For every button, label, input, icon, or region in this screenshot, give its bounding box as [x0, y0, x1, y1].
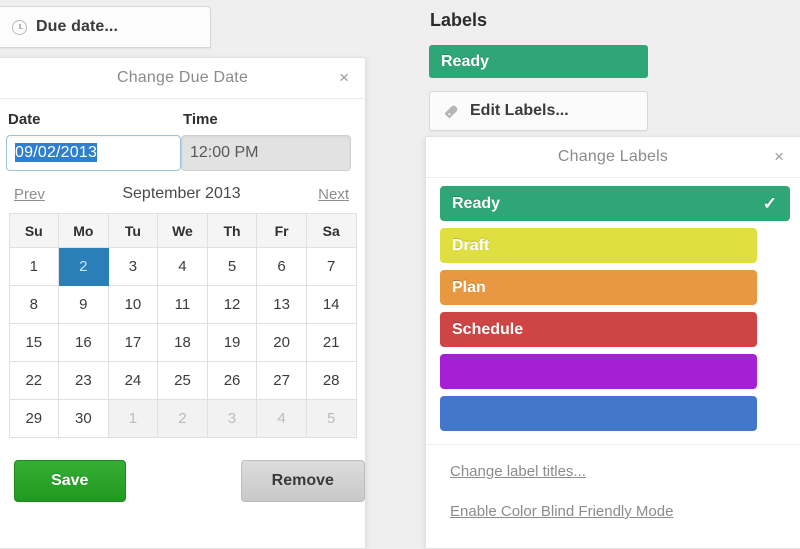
remove-button[interactable]: Remove: [240, 460, 365, 502]
label-option-text: Ready: [452, 194, 501, 212]
calendar-weekday: Th: [206, 213, 258, 248]
calendar-week-row: 8 9 10 11 12 13 14: [8, 285, 357, 324]
label-links: Change label titles... Enable Color Blin…: [426, 444, 800, 520]
calendar-day[interactable]: 24: [107, 361, 159, 400]
calendar-weekday: Sa: [305, 213, 357, 248]
due-date-button-label: Due date...: [36, 18, 119, 35]
close-icon[interactable]: ×: [774, 148, 784, 165]
label-option-text: Schedule: [452, 320, 524, 338]
calendar-weekday: Fr: [256, 213, 307, 248]
calendar-day[interactable]: 15: [8, 323, 60, 362]
calendar-day[interactable]: 12: [206, 285, 258, 324]
label-chip-ready[interactable]: Ready: [429, 45, 648, 78]
check-icon: ✓: [762, 193, 777, 213]
calendar-grid: Su Mo Tu We Th Fr Sa 1 2 3 4 5 6 7 8 9 10 11 12 13 14 15 16 17…: [8, 213, 357, 438]
calendar-day[interactable]: 19: [206, 323, 258, 362]
labels-heading: Labels: [430, 10, 488, 30]
calendar-day[interactable]: 3: [107, 247, 159, 286]
calendar-day[interactable]: 10: [107, 285, 159, 324]
label-list: Ready ✓ Draft Plan Schedule: [426, 178, 800, 431]
calendar-day[interactable]: 6: [256, 247, 307, 286]
calendar-day[interactable]: 16: [58, 323, 109, 362]
calendar-day[interactable]: 7: [305, 247, 357, 286]
save-button[interactable]: Save: [14, 460, 126, 502]
color-blind-mode-link[interactable]: Enable Color Blind Friendly Mode: [450, 503, 800, 520]
calendar-day[interactable]: 2: [157, 399, 208, 438]
edit-labels-button[interactable]: Edit Labels...: [429, 91, 648, 131]
date-input-value: 09/02/2013: [15, 143, 98, 162]
time-field-group: Time 12:00 PM: [181, 111, 351, 171]
calendar-day[interactable]: 20: [256, 323, 307, 362]
calendar-day[interactable]: 13: [256, 285, 307, 324]
calendar-prev-link[interactable]: Prev: [14, 186, 45, 203]
calendar-week-row: 29 30 1 2 3 4 5: [8, 399, 357, 438]
calendar-day[interactable]: 14: [305, 285, 357, 324]
calendar-day[interactable]: 9: [58, 285, 109, 324]
change-due-date-header: Change Due Date ×: [0, 58, 365, 99]
close-icon[interactable]: ×: [339, 69, 349, 86]
edit-labels-button-label: Edit Labels...: [470, 102, 569, 119]
calendar-day[interactable]: 28: [305, 361, 357, 400]
calendar-day[interactable]: 17: [107, 323, 159, 362]
calendar-week-row: 15 16 17 18 19 20 21: [8, 323, 357, 362]
calendar-day[interactable]: 22: [8, 361, 60, 400]
change-due-date-popover: Change Due Date × Date 09/02/2013 Time 1…: [0, 57, 366, 549]
calendar-weekday-row: Su Mo Tu We Th Fr Sa: [8, 213, 357, 248]
label-option[interactable]: Ready ✓: [440, 186, 790, 221]
calendar-day[interactable]: 25: [157, 361, 208, 400]
calendar-next-link[interactable]: Next: [318, 186, 349, 203]
clock-icon: [12, 19, 27, 35]
calendar-day[interactable]: 1: [8, 247, 60, 286]
calendar-day[interactable]: 4: [157, 247, 208, 286]
time-field-label: Time: [183, 111, 218, 128]
calendar-day[interactable]: 26: [206, 361, 258, 400]
due-date-actions: Save Remove: [0, 438, 365, 502]
screen-root: Due date... Change Due Date × Date 09/02…: [0, 0, 800, 549]
change-label-titles-link[interactable]: Change label titles...: [450, 463, 800, 480]
calendar-day[interactable]: 4: [256, 399, 307, 438]
label-option[interactable]: Plan: [440, 270, 757, 305]
label-option[interactable]: [440, 354, 757, 389]
time-input[interactable]: 12:00 PM: [181, 135, 351, 171]
calendar-day[interactable]: 5: [305, 399, 357, 438]
calendar-day[interactable]: 11: [157, 285, 208, 324]
calendar-day[interactable]: 30: [58, 399, 109, 438]
label-option[interactable]: Draft: [440, 228, 757, 263]
calendar-day[interactable]: 27: [256, 361, 307, 400]
calendar-day[interactable]: 5: [206, 247, 258, 286]
calendar-day[interactable]: 18: [157, 323, 208, 362]
calendar-weekday: Tu: [107, 213, 159, 248]
calendar-weekday: Su: [8, 213, 60, 248]
calendar-day[interactable]: 21: [305, 323, 357, 362]
label-chip-ready-text: Ready: [441, 52, 490, 70]
calendar-week-row: 22 23 24 25 26 27 28: [8, 361, 357, 400]
calendar-weekday: Mo: [58, 213, 109, 248]
calendar-day[interactable]: 29: [8, 399, 60, 438]
calendar-day[interactable]: 8: [8, 285, 60, 324]
change-labels-popover: Change Labels × Ready ✓ Draft Plan Schedule …: [425, 136, 800, 549]
label-option-text: Plan: [452, 278, 486, 296]
date-time-fields: Date 09/02/2013 Time 12:00 PM: [0, 99, 365, 171]
time-input-value: 12:00 PM: [190, 144, 259, 161]
calendar-day[interactable]: 3: [206, 399, 258, 438]
label-option-text: Draft: [452, 236, 490, 254]
label-option[interactable]: Schedule: [440, 312, 757, 347]
tag-icon: [441, 100, 462, 121]
change-labels-header: Change Labels ×: [426, 137, 800, 178]
calendar-month-label: September 2013: [122, 185, 241, 202]
date-field-label: Date: [8, 111, 41, 128]
change-labels-title: Change Labels: [557, 148, 669, 165]
date-input[interactable]: 09/02/2013: [6, 135, 181, 171]
calendar-day-selected[interactable]: 2: [58, 247, 109, 286]
date-field-group: Date 09/02/2013: [6, 111, 181, 171]
calendar-week-row: 1234567: [8, 247, 357, 286]
change-due-date-title: Change Due Date: [116, 69, 249, 86]
calendar-day[interactable]: 1: [107, 399, 159, 438]
calendar-nav: Prev September 2013 Next: [0, 171, 365, 213]
due-date-button[interactable]: Due date...: [0, 6, 211, 48]
calendar-day[interactable]: 23: [58, 361, 109, 400]
label-option[interactable]: [440, 396, 757, 431]
calendar-weekday: We: [157, 213, 208, 248]
